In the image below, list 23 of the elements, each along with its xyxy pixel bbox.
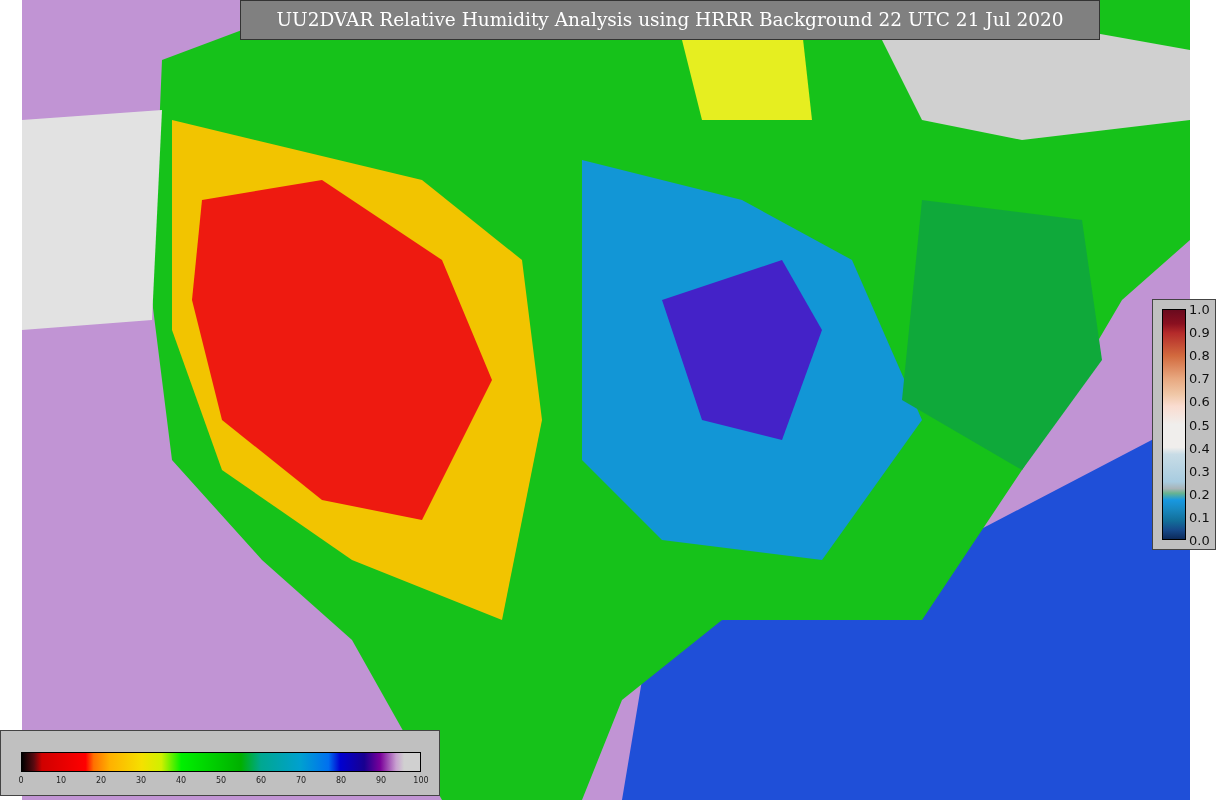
- map-title: UU2DVAR Relative Humidity Analysis using HRRR Background 22 UTC 21 Jul 2020: [240, 0, 1100, 40]
- colorbar-tick-label: 0.8: [1189, 347, 1210, 363]
- colorbar-tick-label: 0.4: [1189, 440, 1210, 456]
- colorbar-tick-label: 30: [135, 776, 147, 785]
- colorbar-tick-label: 0.5: [1189, 417, 1210, 432]
- colorbar-tick-label: 90: [375, 776, 387, 785]
- colorbar-tick-label: 0.6: [1189, 393, 1210, 409]
- colorbar-tick-label: 1.0: [1189, 301, 1210, 317]
- colorbar-tick-label: 80: [335, 776, 347, 785]
- colorbar-tick-label: 60: [255, 776, 267, 785]
- colorbar-tick-label: 20: [95, 776, 107, 785]
- colorbar-tick-label: 0.2: [1189, 486, 1210, 502]
- colorbar-tick-label: 0: [18, 776, 24, 785]
- colorbar-tick-label: 70: [295, 776, 307, 785]
- colorbar-tick-label: 0.3: [1189, 463, 1210, 479]
- colorbar-tick-label: 40: [175, 776, 187, 785]
- colorbar-tick-label: 0.0: [1189, 532, 1210, 548]
- colorbar-tick-label: 10: [55, 776, 67, 785]
- colorbar-tick-label: 100: [413, 776, 429, 785]
- colorbar-tick-label: 0.1: [1189, 509, 1210, 525]
- colorbar-tick-label: 50: [215, 776, 227, 785]
- colorbar-tick-label: 0.9: [1189, 324, 1210, 340]
- colorbar-tick-label: 0.7: [1189, 370, 1210, 386]
